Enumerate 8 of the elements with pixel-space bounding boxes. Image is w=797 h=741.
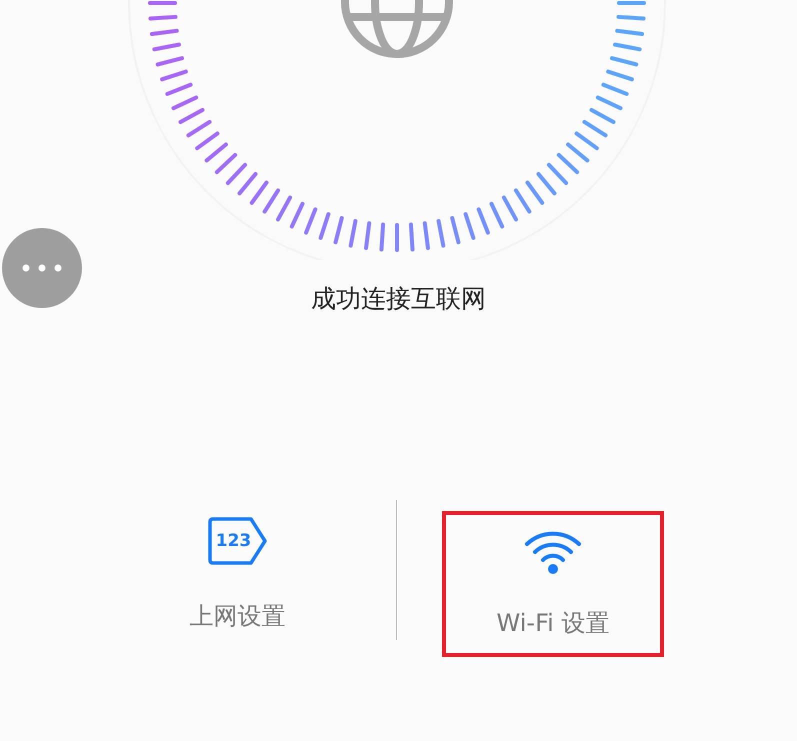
settings-option[interactable]: Wi-Fi 设置 <box>442 511 664 657</box>
wifi-icon <box>524 529 582 575</box>
status-text: 成功连接互联网 <box>310 283 487 315</box>
tag-label: 123 <box>216 531 252 551</box>
more-icon <box>22 264 62 272</box>
tag-icon <box>206 516 268 566</box>
settings-option[interactable]: 123 上网设置 <box>150 500 325 646</box>
globe-icon <box>341 0 453 58</box>
